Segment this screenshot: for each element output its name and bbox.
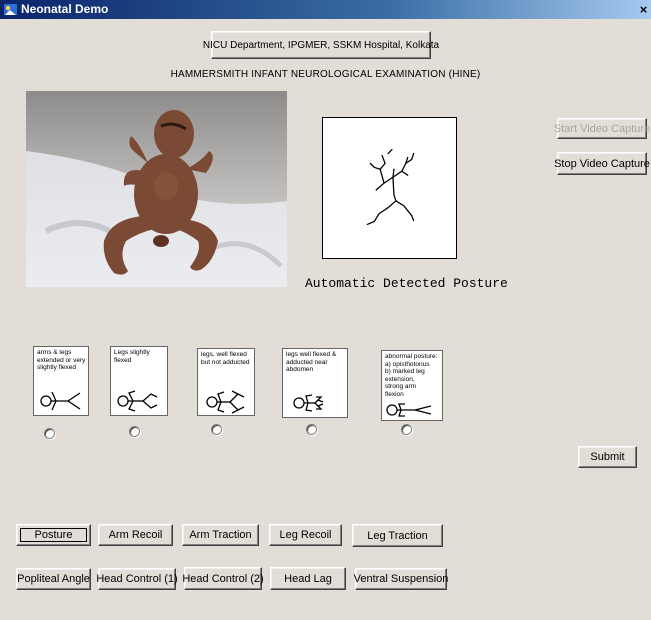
infant-figure-well-flexed-icon <box>206 390 245 414</box>
detected-posture-canvas <box>322 117 457 259</box>
posture-option-radio-4[interactable] <box>306 424 317 435</box>
head-lag-button[interactable]: Head Lag <box>270 567 346 590</box>
posture-option-card-1: arms & legs extended or very slightly fl… <box>33 346 89 416</box>
stop-video-capture-button[interactable]: Stop Video Capture <box>554 152 650 175</box>
head-control-1-button[interactable]: Head Control (1) <box>96 568 178 590</box>
posture-option-card-2: Legs slightly flexed <box>110 346 168 416</box>
posture-option-text: legs well flexed & adducted near abdomen <box>286 351 337 373</box>
posture-option-text: arms & legs extended or very slightly fl… <box>37 349 86 371</box>
posture-option-radio-5[interactable] <box>401 424 412 435</box>
submit-button[interactable]: Submit <box>578 446 637 468</box>
posture-test-button[interactable]: Posture <box>16 524 91 546</box>
exam-title: HAMMERSMITH INFANT NEUROLOGICAL EXAMINAT… <box>170 69 481 80</box>
window-title: Neonatal Demo <box>21 2 109 16</box>
posture-option-radio-2[interactable] <box>129 426 140 437</box>
infant-figure-extended-icon <box>40 391 81 411</box>
arm-traction-button[interactable]: Arm Traction <box>182 524 259 546</box>
posture-option-radio-3[interactable] <box>211 424 222 435</box>
title-bar[interactable]: Neonatal Demo × <box>0 0 651 19</box>
posture-option-text: Legs slightly flexed <box>114 349 150 364</box>
close-icon[interactable]: × <box>637 2 650 17</box>
detected-posture-label: Automatic Detected Posture <box>305 276 508 291</box>
app-window: Neonatal Demo × NICU Department, IPGMER,… <box>0 0 651 620</box>
department-button[interactable]: NICU Department, IPGMER, SSKM Hospital, … <box>203 31 439 59</box>
popliteal-angle-button[interactable]: Popliteal Angle <box>16 568 91 590</box>
infant-figure-adducted-icon <box>293 394 324 412</box>
start-video-capture-button[interactable]: Start Video Capture <box>554 118 650 139</box>
posture-option-radio-1[interactable] <box>44 428 55 439</box>
infant-video-frame <box>26 91 287 287</box>
posture-option-text: abnormal posture: a) opisthotonus b) mar… <box>385 353 438 398</box>
arm-recoil-button[interactable]: Arm Recoil <box>98 524 173 546</box>
posture-option-card-3: legs, well flexed but not adducted <box>197 348 255 416</box>
posture-option-text: legs, well flexed but not adducted <box>201 351 250 366</box>
posture-option-card-5: abnormal posture: a) opisthotonus b) mar… <box>381 350 443 421</box>
ventral-suspension-button[interactable]: Ventral Suspension <box>354 568 448 590</box>
infant-figure-abnormal-icon <box>386 403 432 417</box>
leg-recoil-button[interactable]: Leg Recoil <box>269 524 342 546</box>
app-icon <box>4 4 17 15</box>
infant-figure-slightly-flexed-icon <box>117 390 158 412</box>
head-control-2-button[interactable]: Head Control (2) <box>182 567 264 590</box>
posture-option-card-4: legs well flexed & adducted near abdomen <box>282 348 348 418</box>
leg-traction-button[interactable]: Leg Traction <box>352 524 443 547</box>
